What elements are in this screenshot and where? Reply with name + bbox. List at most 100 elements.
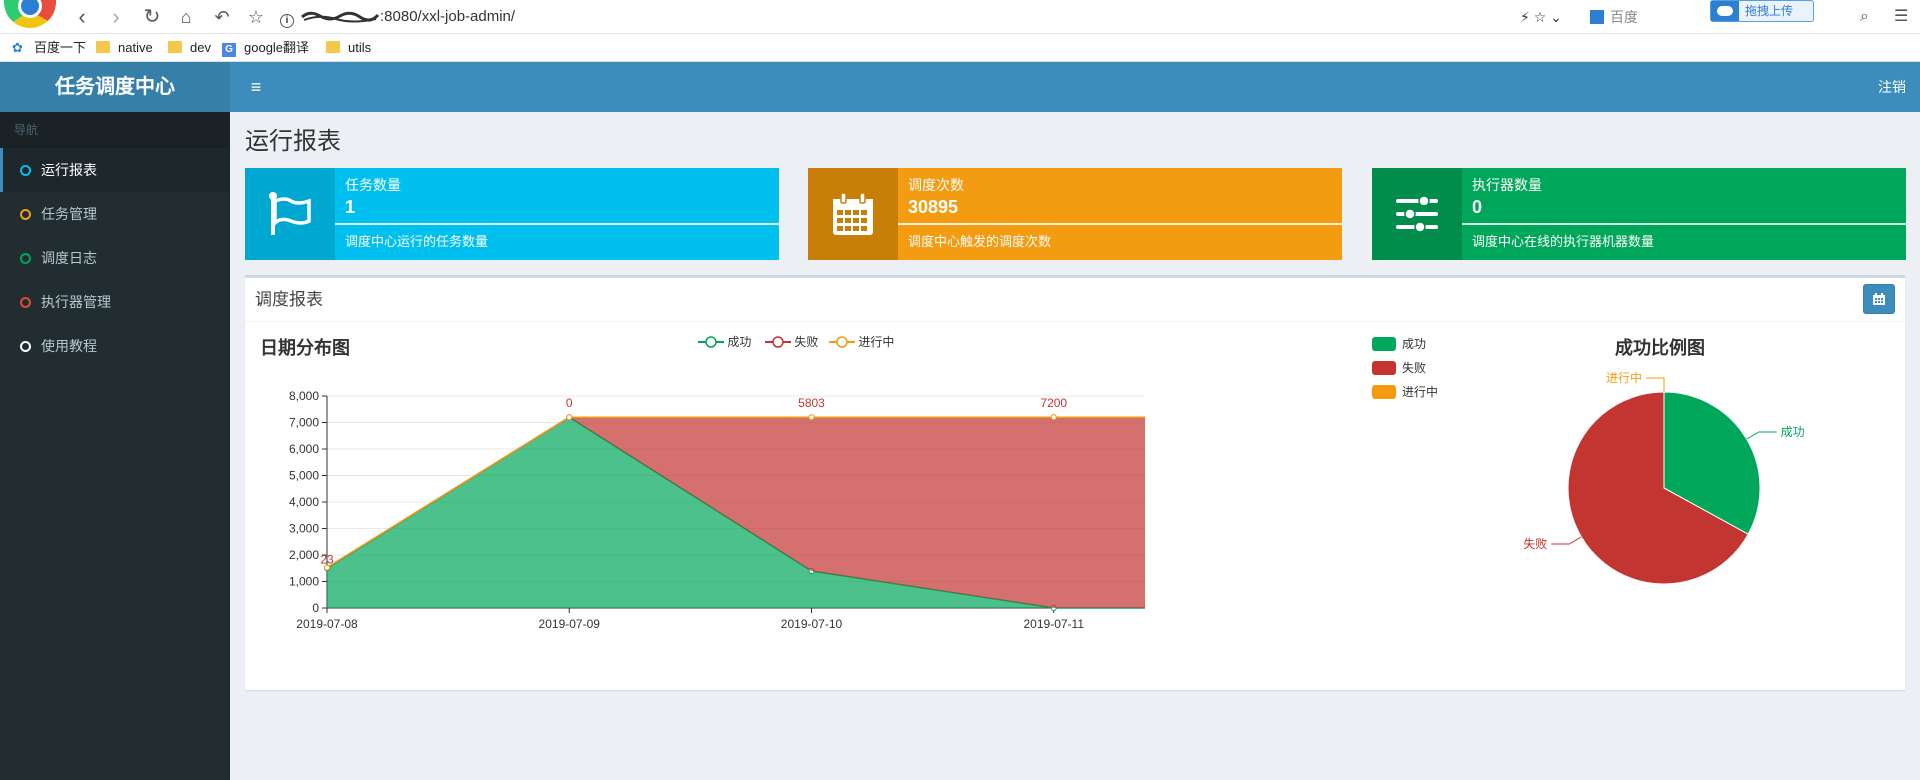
data-point <box>808 414 815 421</box>
y-tick-label: 8,000 <box>289 389 319 403</box>
legend-label: 失败 <box>794 335 819 349</box>
info-number: 30895 <box>908 197 959 217</box>
progress-bar <box>335 223 779 225</box>
info-box-executors: 执行器数量 0 调度中心在线的执行器机器数量 <box>1372 168 1906 260</box>
pie-legend-running[interactable]: 进行中 <box>1372 384 1438 400</box>
home-icon[interactable]: ⌂ <box>174 5 198 29</box>
bookmark-utils[interactable]: utils <box>326 40 371 56</box>
bookmark-baidu[interactable]: ✿ 百度一下 <box>12 40 86 56</box>
legend-label: 失败 <box>1402 361 1427 375</box>
forward-icon[interactable]: › <box>104 5 128 29</box>
pie-leader-line <box>1746 431 1777 440</box>
sidebar-item-report[interactable]: 运行报表 <box>0 148 230 192</box>
circle-icon <box>20 209 31 220</box>
url-text[interactable]: :8080/xxl-job-admin/ <box>380 8 515 25</box>
browser-logo-icon <box>4 0 56 28</box>
pie-legend-failure[interactable]: 失败 <box>1372 360 1426 376</box>
x-tick-label: 2019-07-08 <box>296 617 358 631</box>
menu-icon[interactable]: ☰ <box>1894 6 1908 28</box>
legend-running[interactable]: 进行中 <box>829 334 894 350</box>
redacted-host <box>301 11 380 23</box>
pie-legend-success[interactable]: 成功 <box>1372 336 1426 352</box>
sidebar-header: 导航 <box>0 112 230 148</box>
upload-label: 拖拽上传 <box>1745 4 1794 18</box>
info-number: 1 <box>345 197 356 217</box>
date-range-button[interactable] <box>1863 284 1895 314</box>
pie-label: 失败 <box>1523 536 1547 551</box>
baidu-icon <box>1590 10 1604 24</box>
sidebar-item-help[interactable]: 使用教程 <box>0 324 230 368</box>
bookmark-google-translate[interactable]: Ggoogle翻译 <box>222 40 310 57</box>
legend-swatch <box>1372 361 1396 375</box>
circle-icon <box>20 253 31 264</box>
folder-icon <box>326 41 340 53</box>
info-description: 调度中心在线的执行器机器数量 <box>1472 234 1655 249</box>
sidebar-item-logs[interactable]: 调度日志 <box>0 236 230 280</box>
sidebar: 导航 运行报表 任务管理 调度日志 执行器管理 使用教程 <box>0 112 230 780</box>
flash-icon[interactable]: ⚡ ☆ ⌄ <box>1520 6 1562 28</box>
y-tick-label: 0 <box>312 601 319 615</box>
info-icon[interactable]: i <box>280 14 294 28</box>
y-tick-label: 2,000 <box>289 548 319 562</box>
back-icon[interactable]: ‹ <box>70 5 94 29</box>
app-logo[interactable]: 任务调度中心 <box>0 62 230 112</box>
legend-marker-icon <box>698 336 724 348</box>
legend-label: 成功 <box>1402 337 1427 351</box>
pie-chart-title: 成功比例图 <box>1615 338 1705 358</box>
bookmark-native[interactable]: native <box>96 40 153 56</box>
progress-bar <box>1462 223 1906 225</box>
legend-failure[interactable]: 失败 <box>765 334 818 350</box>
bookmark-label: 百度一下 <box>34 40 87 55</box>
data-point <box>566 414 573 421</box>
line-chart: 0 1,000 2,000 3,000 4,000 5,000 6,000 7,000 8,00… <box>289 389 1145 631</box>
y-tick-label: 4,000 <box>289 495 319 509</box>
y-tick-label: 7,000 <box>289 416 319 430</box>
progress-bar <box>898 223 1342 225</box>
sidebar-item-label: 执行器管理 <box>41 294 111 310</box>
legend-label: 进行中 <box>1402 385 1439 399</box>
paw-icon: ✿ <box>12 40 23 55</box>
y-tick-label: 6,000 <box>289 442 319 456</box>
y-tick-label: 3,000 <box>289 522 319 536</box>
browser-toolbar: ‹ › ↻ ⌂ ↶ ☆ i:8080/xxl-job-admin/ ⚡ ☆ ⌄ … <box>0 0 1920 34</box>
sidebar-item-executors[interactable]: 执行器管理 <box>0 280 230 324</box>
legend-label: 成功 <box>727 335 752 349</box>
info-label: 执行器数量 <box>1472 177 1542 193</box>
info-description: 调度中心运行的任务数量 <box>345 234 489 249</box>
pie-chart: 成功失败 进行中 <box>1523 370 1805 585</box>
x-tick-label: 2019-07-10 <box>781 617 843 631</box>
bookmark-star-icon[interactable]: ☆ <box>244 5 268 29</box>
calendar-icon <box>1873 293 1885 305</box>
x-tick-label: 2019-07-09 <box>539 617 601 631</box>
bookmark-dev[interactable]: dev <box>168 40 211 56</box>
report-panel: 调度报表 日期分布图 成功 失败 进行中 0 1,000 2,000 3,000 4,0… <box>245 275 1905 690</box>
data-label: 7200 <box>1040 396 1067 410</box>
bookmark-label: utils <box>348 40 372 55</box>
logout-link[interactable]: 注销 <box>1878 77 1906 97</box>
legend-swatch <box>1372 385 1396 399</box>
legend-marker-icon <box>765 336 791 348</box>
y-tick-label: 1,000 <box>289 575 319 589</box>
bookmarks-bar: ✿ 百度一下 native dev Ggoogle翻译 utils <box>0 34 1920 62</box>
circle-icon <box>20 341 31 352</box>
reload-icon[interactable]: ↻ <box>140 5 164 29</box>
address-bar[interactable]: i :8080/xxl-job-admin/ <box>280 5 515 29</box>
search-engine[interactable]: 百度 <box>1590 6 1638 28</box>
bookmark-label: google翻译 <box>244 40 310 55</box>
data-label: 5803 <box>798 396 825 410</box>
legend-success[interactable]: 成功 <box>698 334 751 350</box>
data-point <box>1050 414 1057 421</box>
hamburger-icon[interactable]: ≡ <box>244 75 268 99</box>
sidebar-item-jobs[interactable]: 任务管理 <box>0 192 230 236</box>
folder-icon <box>168 41 182 53</box>
undo-icon[interactable]: ↶ <box>210 5 234 29</box>
sidebar-item-label: 使用教程 <box>41 338 97 354</box>
sidebar-item-label: 调度日志 <box>41 250 97 266</box>
search-icon[interactable]: ⌕ <box>1860 6 1869 28</box>
pie-label: 进行中 <box>1606 370 1642 385</box>
upload-button[interactable]: 拖拽上传 <box>1710 0 1814 22</box>
data-label: 23 <box>320 553 334 567</box>
info-label: 任务数量 <box>345 177 401 193</box>
pie-leader-line <box>1646 377 1665 392</box>
report-title: 调度报表 <box>255 290 323 309</box>
